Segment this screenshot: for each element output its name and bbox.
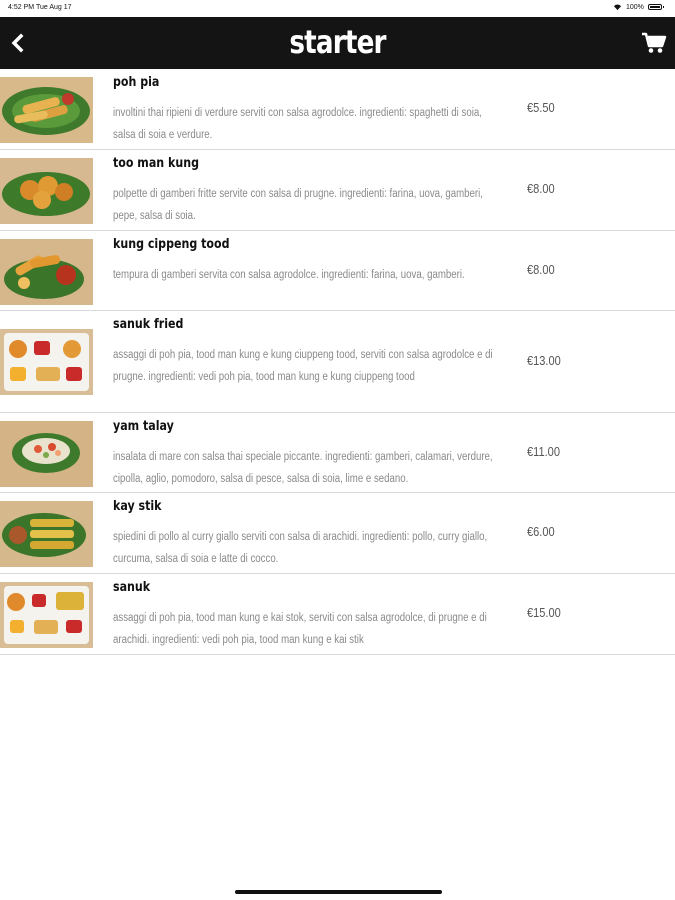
chevron-left-icon[interactable] <box>6 29 32 57</box>
item-price: €6.00 <box>527 524 555 539</box>
item-description: assaggi di poh pia, tood man kung e kai … <box>113 612 487 646</box>
menu-item-sanuk-fried[interactable]: sanuk fried assaggi di poh pia, tood man… <box>0 311 675 413</box>
status-bar: 4:52 PM Tue Aug 17 100% <box>0 0 675 16</box>
home-indicator[interactable] <box>235 890 442 894</box>
sanuk-photo <box>0 582 93 648</box>
cart-icon[interactable] <box>641 31 667 55</box>
battery-percentage: 100% <box>626 4 644 11</box>
poh-pia-photo <box>0 77 93 143</box>
menu-item-poh-pia[interactable]: poh pia involtini thai ripieni di verdur… <box>0 69 675 150</box>
item-price: €13.00 <box>527 353 561 368</box>
item-description: assaggi di poh pia, tood man kung e kung… <box>113 349 493 383</box>
item-description: polpette di gamberi fritte servite con s… <box>113 188 483 222</box>
item-name: poh pia <box>113 75 160 90</box>
item-name: sanuk <box>113 580 151 595</box>
menu-item-kay-stik[interactable]: kay stik spiedini di pollo al curry gial… <box>0 493 675 574</box>
status-time: 4:52 PM <box>8 4 35 11</box>
menu-item-list: poh pia involtini thai ripieni di verdur… <box>0 69 675 655</box>
too-man-kung-photo <box>0 158 93 224</box>
item-name: sanuk fried <box>113 317 184 332</box>
kung-cippeng-tood-photo <box>0 239 93 305</box>
kay-stik-photo <box>0 501 93 567</box>
item-name: too man kung <box>113 156 199 171</box>
item-description: tempura di gamberi servita con salsa agr… <box>113 269 465 281</box>
item-price: €8.00 <box>527 262 555 277</box>
item-name: kung cippeng tood <box>113 237 230 252</box>
item-name: kay stik <box>113 499 162 514</box>
item-price: €11.00 <box>527 444 560 459</box>
item-name: yam talay <box>113 419 174 434</box>
item-price: €15.00 <box>527 605 561 620</box>
item-price: €5.50 <box>527 100 555 115</box>
sanuk-fried-photo <box>0 329 93 395</box>
item-description: spiedini di pollo al curry giallo servit… <box>113 531 488 565</box>
menu-item-yam-talay[interactable]: yam talay insalata di mare con salsa tha… <box>0 413 675 493</box>
status-date: Tue Aug 17 <box>36 4 72 11</box>
item-description: involtini thai ripieni di verdure servit… <box>113 107 482 141</box>
battery-icon <box>648 4 664 10</box>
wifi-icon <box>613 4 622 11</box>
yam-talay-photo <box>0 421 93 487</box>
menu-item-kung-cippeng-tood[interactable]: kung cippeng tood tempura di gamberi ser… <box>0 231 675 311</box>
navigation-bar: starter <box>0 17 675 69</box>
page-title: starter <box>289 23 386 61</box>
item-description: insalata di mare con salsa thai speciale… <box>113 451 493 485</box>
menu-item-sanuk[interactable]: sanuk assaggi di poh pia, tood man kung … <box>0 574 675 655</box>
item-price: €8.00 <box>527 181 555 196</box>
menu-item-too-man-kung[interactable]: too man kung polpette di gamberi fritte … <box>0 150 675 231</box>
